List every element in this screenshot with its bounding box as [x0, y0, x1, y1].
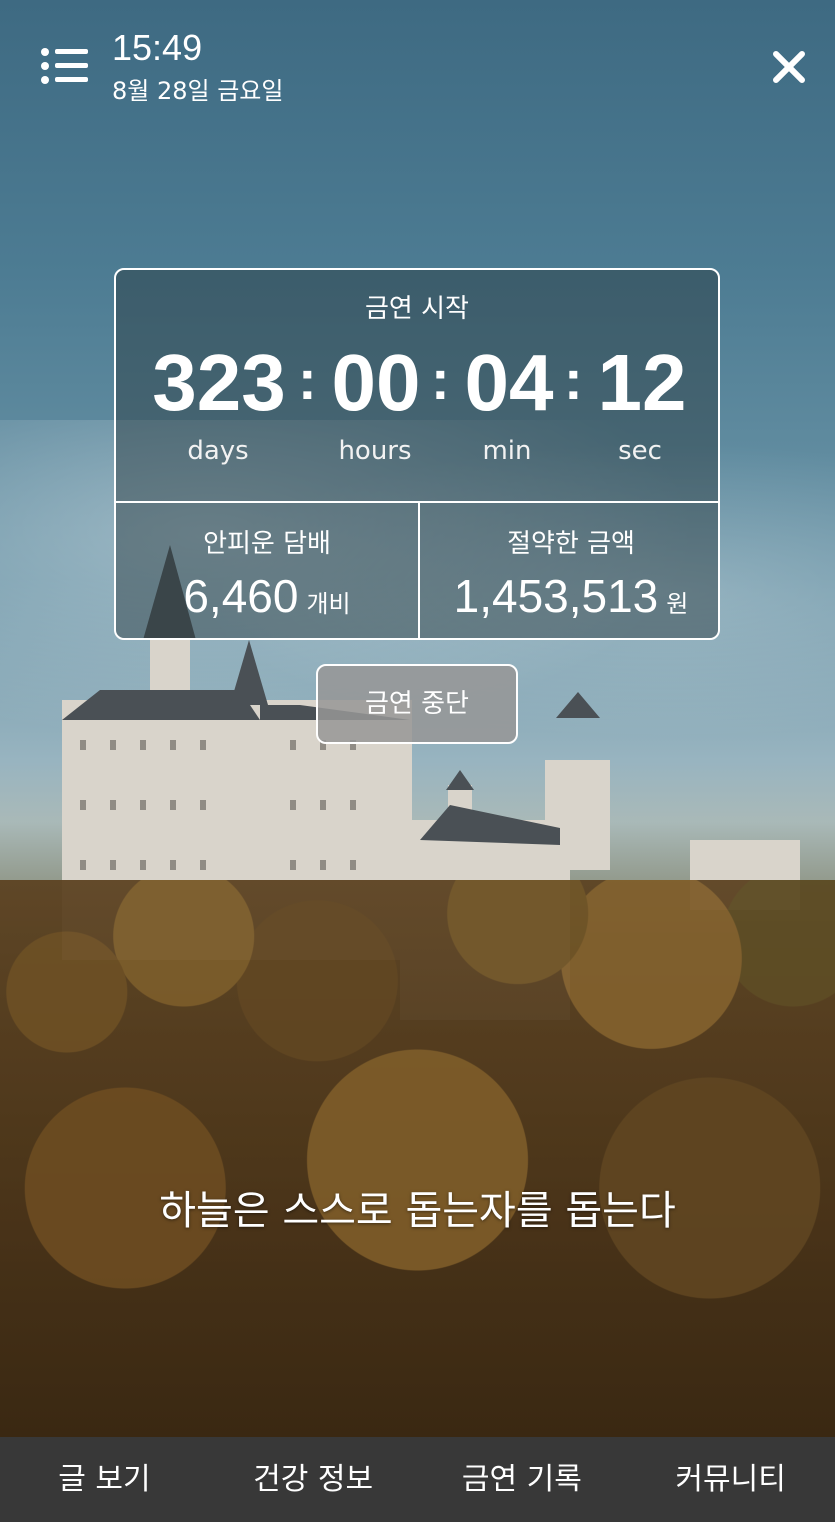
- clock-date: 8월 28일 금요일: [112, 77, 284, 105]
- cigarettes-count: 6,460: [183, 570, 299, 622]
- timer-separator: :: [298, 348, 317, 411]
- timer-sec-value: 12: [597, 338, 687, 427]
- cigarettes-not-smoked: 안피운 담배 6,460 개비: [116, 503, 420, 638]
- timer-separator: :: [431, 348, 450, 411]
- nav-item-health-info[interactable]: 건강 정보: [209, 1437, 418, 1522]
- list-menu-icon: [41, 48, 88, 84]
- timer-min-value: 04: [464, 338, 554, 427]
- timer-days-value: 323: [152, 338, 286, 427]
- money-saved: 절약한 금액 1,453,513 원: [420, 503, 718, 638]
- timer-hours-label: hours: [338, 436, 412, 466]
- background-image: [0, 0, 835, 1522]
- nav-item-posts[interactable]: 글 보기: [0, 1437, 209, 1522]
- stats-row: 안피운 담배 6,460 개비 절약한 금액 1,453,513 원: [116, 503, 718, 638]
- savings-label: 절약한 금액: [507, 529, 635, 559]
- nav-item-community[interactable]: 커뮤니티: [626, 1437, 835, 1522]
- bottom-nav: 글 보기 건강 정보 금연 기록 커뮤니티: [0, 1437, 835, 1522]
- timer-min-label: min: [482, 436, 532, 466]
- motivational-quote: 하늘은 스스로 돕는자를 돕는다: [159, 1188, 676, 1234]
- cigarettes-value-row: 6,460 개비: [116, 569, 418, 623]
- savings-unit: 원: [666, 590, 689, 618]
- stop-quitting-button[interactable]: 금연 중단: [316, 664, 518, 744]
- quit-timer-card: 금연 시작 323 : 00 : 04 : 12 days hours min …: [114, 268, 720, 640]
- close-button[interactable]: [770, 48, 808, 86]
- timer-separator: :: [564, 348, 583, 411]
- clock-time: 15:49: [112, 27, 203, 68]
- timer-days-label: days: [187, 436, 249, 466]
- timer-hours-value: 00: [331, 338, 421, 427]
- savings-value-row: 1,453,513 원: [420, 569, 718, 623]
- menu-button[interactable]: [40, 46, 90, 86]
- cigarettes-label: 안피운 담배: [203, 529, 331, 559]
- elapsed-timer: 금연 시작 323 : 00 : 04 : 12 days hours min …: [116, 270, 718, 503]
- nav-item-quit-records[interactable]: 금연 기록: [418, 1437, 627, 1522]
- forest: [0, 880, 835, 1440]
- timer-sec-label: sec: [618, 436, 662, 466]
- savings-amount: 1,453,513: [453, 570, 659, 622]
- timer-title: 금연 시작: [365, 294, 469, 324]
- close-icon: [773, 51, 805, 83]
- cigarettes-unit: 개비: [306, 590, 351, 618]
